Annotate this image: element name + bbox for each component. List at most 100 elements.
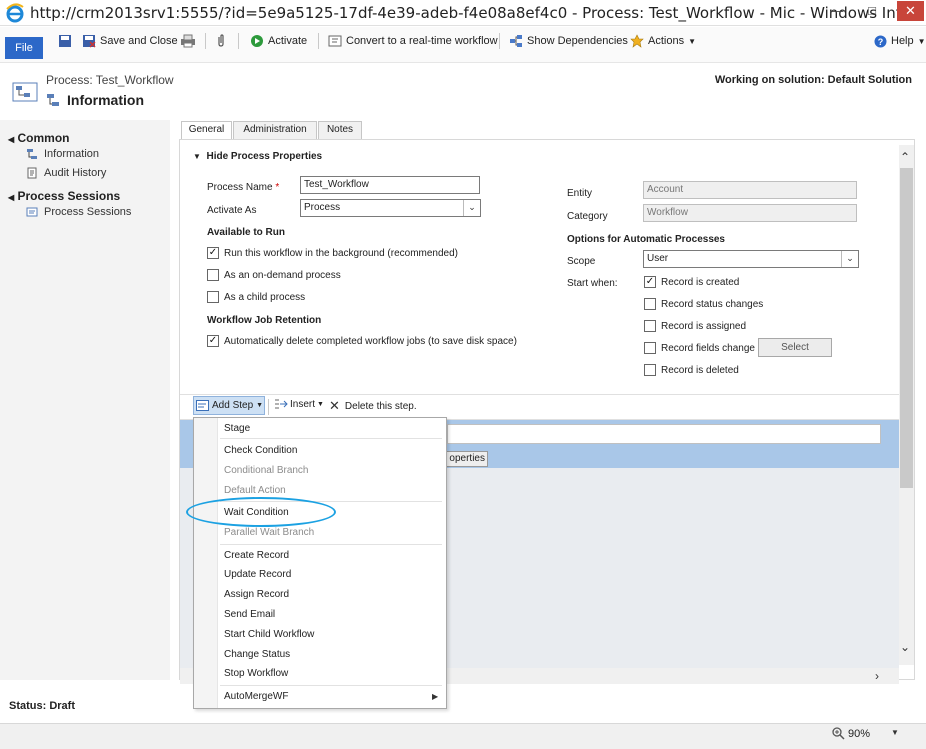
scope-label: Scope	[567, 256, 596, 267]
activate-as-select[interactable]: Process ⌄	[300, 199, 481, 217]
menu-item-start-child-workflow[interactable]: Start Child Workflow	[224, 629, 314, 640]
record-assigned-checkbox[interactable]: Record is assigned	[644, 320, 746, 332]
nav-group-process-sessions[interactable]: ◀ Process Sessions	[8, 189, 120, 203]
menu-item-parallel-wait-branch: Parallel Wait Branch	[224, 527, 315, 538]
tab-notes[interactable]: Notes	[318, 121, 362, 139]
scroll-right-icon[interactable]: ›	[875, 669, 879, 683]
nav-item-process-sessions[interactable]: Process Sessions	[26, 206, 131, 218]
menu-item-stop-workflow[interactable]: Stop Workflow	[224, 668, 288, 679]
scope-value: User	[647, 253, 669, 264]
insert-icon	[275, 399, 288, 409]
checkbox-unchecked[interactable]	[207, 269, 219, 281]
checkbox-unchecked[interactable]	[644, 342, 656, 354]
actions-menu-button[interactable]: Actions ▼	[630, 33, 696, 49]
scroll-up-icon[interactable]: ⌃	[900, 150, 910, 164]
activate-as-value: Process	[304, 202, 341, 213]
page-title: Information	[67, 92, 144, 108]
svg-text:?: ?	[878, 37, 884, 47]
options-automatic-header: Options for Automatic Processes	[567, 234, 725, 245]
minimize-icon[interactable]: —	[825, 1, 849, 21]
menu-item-create-record[interactable]: Create Record	[224, 550, 289, 561]
nav-item-information[interactable]: Information	[26, 148, 99, 160]
file-button[interactable]: File	[5, 37, 43, 59]
help-label: Help	[891, 35, 914, 47]
workflow-icon	[47, 94, 59, 106]
delete-step-button[interactable]: ✕ Delete this step.	[329, 398, 417, 414]
menu-item-automergewf[interactable]: AutoMergeWF	[224, 691, 288, 702]
scroll-down-icon[interactable]: ⌄	[900, 640, 910, 654]
command-ribbon: File Save and Close Activate Convert to …	[0, 27, 926, 63]
zoom-control[interactable]: 90%	[832, 727, 870, 740]
zoom-icon	[832, 727, 845, 740]
record-fields-label: Record fields change	[661, 342, 755, 354]
menu-item-default-action: Default Action	[224, 485, 286, 496]
category-label: Category	[567, 211, 608, 222]
record-status-checkbox[interactable]: Record status changes	[644, 298, 763, 310]
record-status-label: Record status changes	[661, 298, 764, 310]
activate-icon	[251, 35, 263, 47]
menu-item-assign-record[interactable]: Assign Record	[224, 589, 289, 600]
delete-x-icon: ✕	[329, 398, 340, 413]
nav-item-audit-history-label: Audit History	[44, 167, 107, 179]
checkbox-unchecked[interactable]	[207, 291, 219, 303]
save-and-close-button[interactable]: Save and Close	[82, 33, 178, 49]
chevron-down-icon: ▼	[256, 402, 264, 409]
menu-separator	[220, 438, 442, 439]
record-created-checkbox[interactable]: ✓ Record is created	[644, 276, 739, 288]
nav-item-audit-history[interactable]: Audit History	[26, 167, 106, 179]
scrollbar-thumb[interactable]	[900, 168, 913, 488]
solution-indicator: Working on solution: Default Solution	[714, 74, 912, 86]
on-demand-checkbox[interactable]: As an on-demand process	[207, 269, 341, 281]
chevron-down-icon: ▼	[688, 36, 696, 46]
activate-button[interactable]: Activate	[250, 33, 307, 49]
collapse-triangle-icon: ◀	[8, 135, 15, 144]
checkbox-checked[interactable]: ✓	[207, 247, 219, 259]
process-entity-icon	[12, 82, 38, 102]
process-name-label-text: Process Name	[207, 182, 273, 193]
record-fields-checkbox[interactable]: Record fields change	[644, 342, 755, 354]
maximize-icon[interactable]: □	[860, 1, 884, 21]
child-process-checkbox[interactable]: As a child process	[207, 291, 305, 303]
checkbox-checked[interactable]: ✓	[207, 335, 219, 347]
auto-delete-label: Automatically delete completed workflow …	[224, 335, 517, 347]
insert-button[interactable]: Insert ▼	[274, 398, 324, 410]
checkbox-checked[interactable]: ✓	[644, 276, 656, 288]
help-button[interactable]: ? Help ▼	[874, 33, 926, 49]
record-deleted-checkbox[interactable]: Record is deleted	[644, 364, 739, 376]
print-icon[interactable]	[180, 33, 196, 49]
tab-administration[interactable]: Administration	[233, 121, 317, 139]
set-properties-button[interactable]: operties	[440, 451, 488, 467]
select-fields-button[interactable]: Select	[758, 338, 832, 357]
checkbox-unchecked[interactable]	[644, 364, 656, 376]
start-when-label: Start when:	[567, 278, 618, 289]
process-name-input[interactable]: Test_Workflow	[300, 176, 480, 194]
scope-select[interactable]: User ⌄	[643, 250, 859, 268]
menu-item-check-condition[interactable]: Check Condition	[224, 445, 297, 456]
tab-general[interactable]: General	[181, 121, 232, 140]
record-assigned-label: Record is assigned	[661, 320, 747, 332]
convert-label: Convert to a real-time workflow	[346, 35, 498, 47]
run-background-checkbox[interactable]: ✓ Run this workflow in the background (re…	[207, 247, 458, 259]
process-sessions-icon	[26, 207, 38, 217]
zoom-dropdown-icon[interactable]: ▼	[891, 728, 899, 737]
menu-item-stage[interactable]: Stage	[224, 423, 250, 434]
chevron-down-icon: ▼	[917, 36, 926, 46]
auto-delete-checkbox[interactable]: ✓ Automatically delete completed workflow…	[207, 335, 517, 347]
attach-icon[interactable]	[216, 33, 226, 49]
convert-realtime-button[interactable]: Convert to a real-time workflow	[328, 33, 498, 49]
menu-item-send-email[interactable]: Send Email	[224, 609, 275, 620]
close-window-button[interactable]: ✕	[897, 1, 924, 21]
step-description-input[interactable]	[447, 424, 881, 444]
activate-label: Activate	[268, 35, 308, 47]
add-step-button[interactable]: Add Step ▼	[193, 396, 265, 415]
show-dependencies-button[interactable]: Show Dependencies	[509, 33, 628, 49]
checkbox-unchecked[interactable]	[644, 320, 656, 332]
entity-field: Account	[643, 181, 857, 199]
menu-item-change-status[interactable]: Change Status	[224, 649, 290, 660]
nav-group-common[interactable]: ◀ Common	[8, 131, 70, 145]
hide-properties-toggle[interactable]: ▼ Hide Process Properties	[193, 151, 322, 162]
save-icon[interactable]	[58, 33, 72, 49]
checkbox-unchecked[interactable]	[644, 298, 656, 310]
menu-item-conditional-branch: Conditional Branch	[224, 465, 309, 476]
menu-item-update-record[interactable]: Update Record	[224, 569, 291, 580]
